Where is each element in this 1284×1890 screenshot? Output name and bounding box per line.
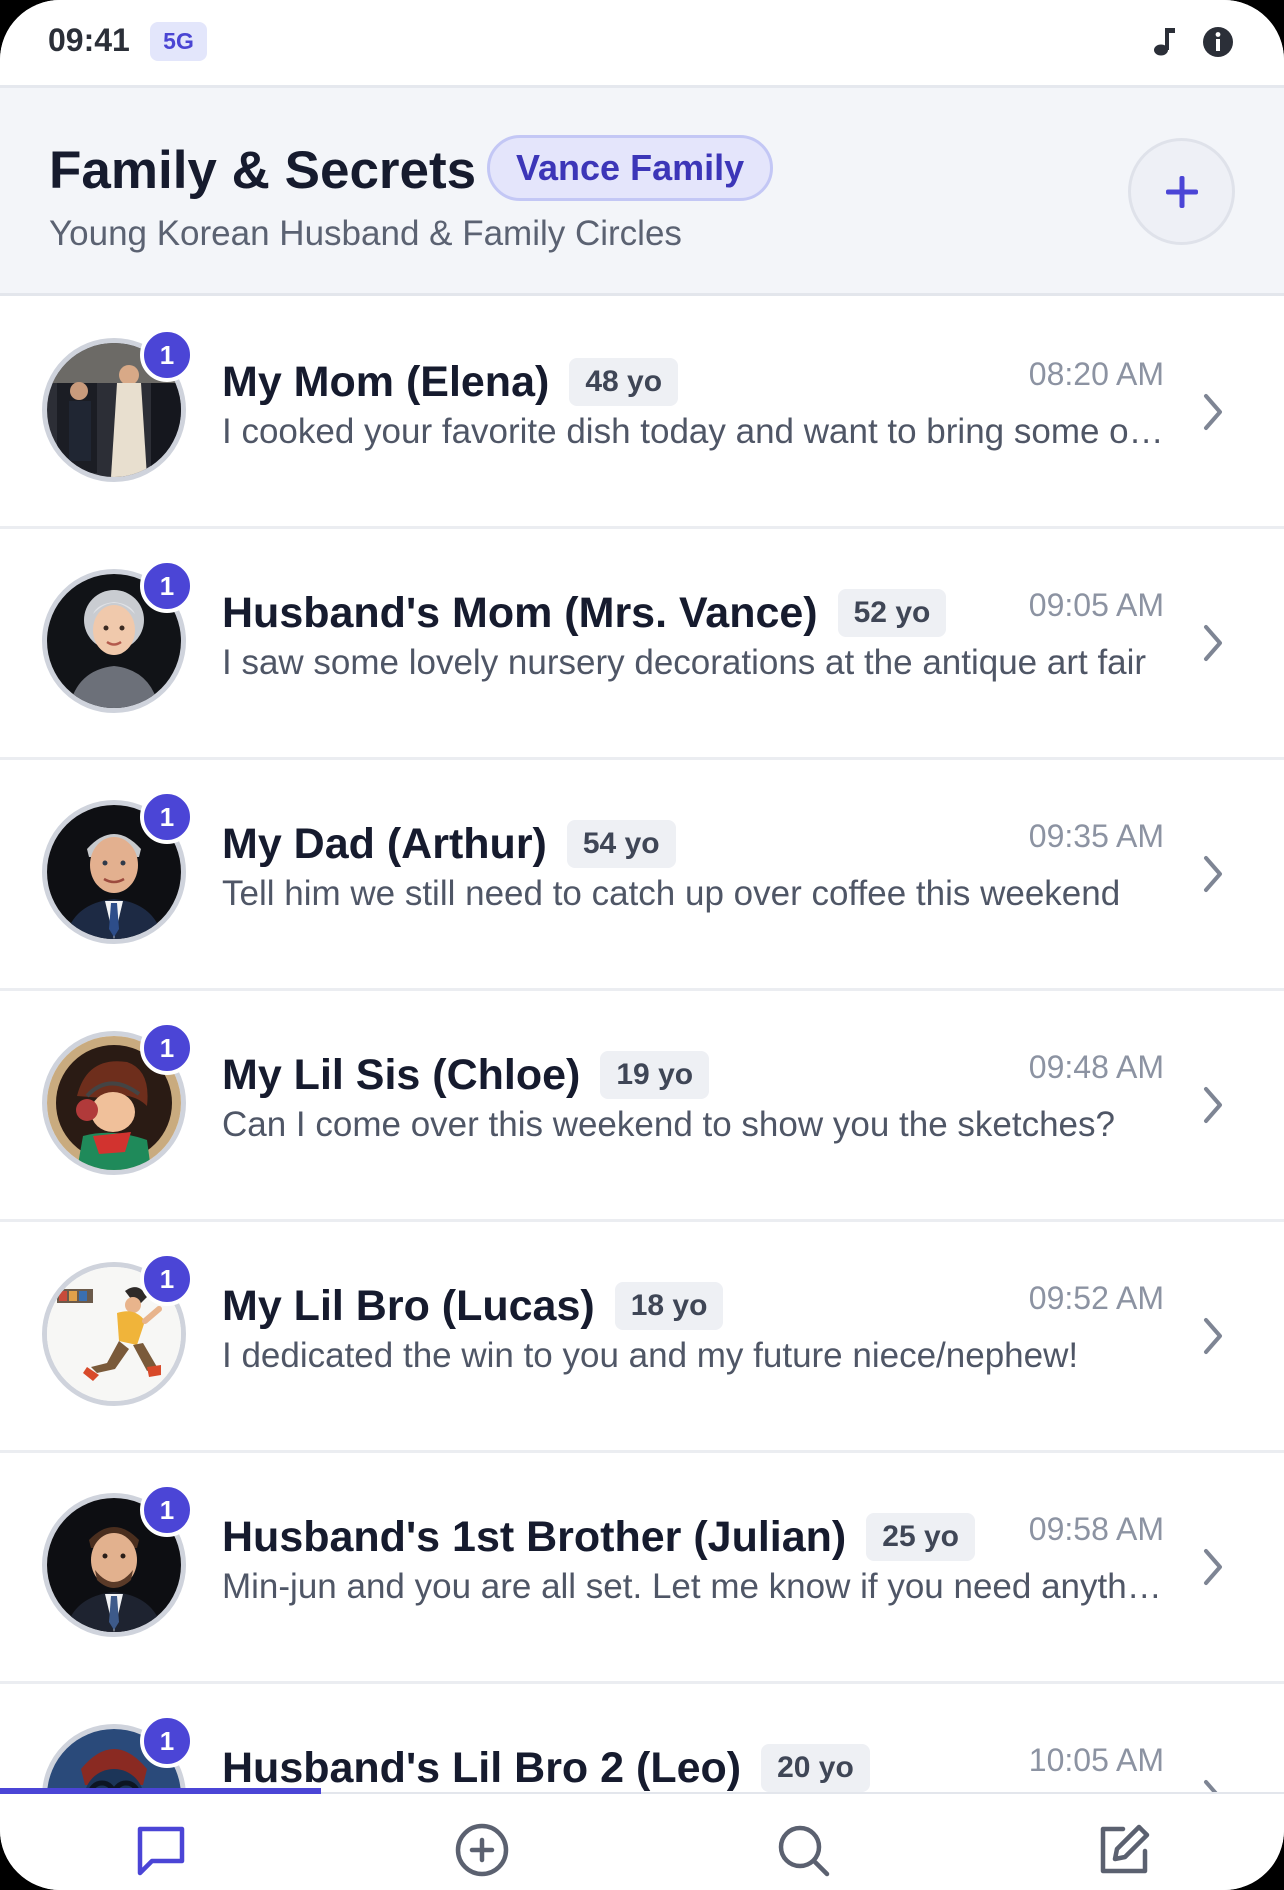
unread-badge: 1 <box>140 1021 194 1075</box>
message-time: 09:48 AM <box>1028 1049 1164 1085</box>
avatar-container: 1 <box>42 790 194 944</box>
contact-header: Husband's Lil Bro 2 (Leo) 20 yo <box>222 1738 870 1792</box>
conversation-row[interactable]: 1 Husband's Lil Bro 2 (Leo) 20 yo 10:05 … <box>0 1684 1284 1792</box>
chevron-right-icon <box>1204 394 1222 430</box>
chat-bubble-icon <box>137 1826 184 1876</box>
family-badge[interactable]: Vance Family <box>487 135 774 201</box>
avatar-container: 1 <box>42 328 194 482</box>
contact-name: Husband's Lil Bro 2 (Leo) <box>222 1743 742 1792</box>
message-preview: Tell him we still need to catch up over … <box>222 874 1121 913</box>
unread-badge: 1 <box>140 1483 194 1537</box>
message-preview: I saw some lovely nursery decorations at… <box>222 643 1147 682</box>
conversation-row[interactable]: 1 My Lil Bro (Lucas) 18 yo 09:52 AM I de… <box>0 1222 1284 1453</box>
chevron-right-icon <box>1204 1780 1218 1792</box>
contact-name: Husband's Mom (Mrs. Vance) <box>222 588 818 637</box>
avatar-container: 1 <box>42 1483 194 1637</box>
message-preview: Can I come over this weekend to show you… <box>222 1105 1115 1144</box>
unread-badge: 1 <box>140 1714 194 1768</box>
network-badge: 5G <box>150 22 207 61</box>
chevron-right-icon <box>1204 1549 1222 1585</box>
chevron-right-icon <box>1204 1087 1222 1123</box>
contact-name: My Dad (Arthur) <box>222 819 547 868</box>
contact-header: My Dad (Arthur) 54 yo <box>222 814 676 874</box>
message-time: 09:58 AM <box>1028 1511 1164 1547</box>
unread-badge: 1 <box>140 790 194 844</box>
contact-header: My Lil Sis (Chloe) 19 yo <box>222 1045 710 1105</box>
avatar-container: 1 <box>42 559 194 713</box>
age-badge: 25 yo <box>866 1513 975 1561</box>
contact-name: Husband's 1st Brother (Julian) <box>222 1512 847 1561</box>
contact-header: Husband's Mom (Mrs. Vance) 52 yo <box>222 583 947 643</box>
contact-name: My Lil Bro (Lucas) <box>222 1281 595 1330</box>
contact-name: My Lil Sis (Chloe) <box>222 1050 581 1099</box>
info-icon <box>1203 27 1233 57</box>
message-preview: I dedicated the win to you and my future… <box>222 1336 1079 1375</box>
tab-chats[interactable] <box>0 1794 321 1890</box>
chevron-right-icon <box>1204 856 1222 892</box>
status-time: 09:41 <box>48 22 130 58</box>
contact-header: My Mom (Elena) 48 yo <box>222 352 679 412</box>
page-header: Family & Secrets Vance Family Young Kore… <box>0 88 1284 296</box>
contact-header: Husband's 1st Brother (Julian) 25 yo <box>222 1507 975 1567</box>
avatar-container: 1 <box>42 1021 194 1175</box>
page-subtitle: Young Korean Husband & Family Circles <box>49 214 682 253</box>
conversation-row[interactable]: 1 My Mom (Elena) 48 yo 08:20 AM I cooked… <box>0 298 1284 529</box>
message-time: 10:05 AM <box>1028 1742 1164 1778</box>
chevron-right-icon <box>1204 625 1222 661</box>
tab-new[interactable] <box>321 1794 642 1890</box>
age-badge: 52 yo <box>837 589 947 637</box>
message-time: 09:52 AM <box>1028 1280 1164 1316</box>
age-badge: 48 yo <box>569 358 679 406</box>
music-note-icon <box>1154 28 1175 56</box>
unread-badge: 1 <box>140 1252 194 1306</box>
age-badge: 54 yo <box>566 820 676 868</box>
age-badge: 19 yo <box>600 1051 710 1099</box>
message-time: 09:05 AM <box>1028 587 1164 623</box>
tab-compose[interactable] <box>963 1794 1284 1890</box>
phone-screen: 09:41 5G Family & Secrets Vance Family Y… <box>0 0 1284 1890</box>
compose-icon <box>1100 1824 1149 1874</box>
conversation-row[interactable]: 1 My Dad (Arthur) 54 yo 09:35 AM Tell hi… <box>0 760 1284 991</box>
status-bar: 09:41 5G <box>0 0 1284 88</box>
message-time: 08:20 AM <box>1028 356 1164 392</box>
avatar-container: 1 <box>42 1252 194 1406</box>
avatar-container: 1 <box>42 1714 194 1792</box>
message-preview: I cooked your favorite dish today and wa… <box>222 412 1166 451</box>
tab-search[interactable] <box>642 1794 963 1890</box>
plus-icon <box>1165 175 1198 208</box>
age-badge: 20 yo <box>761 1744 870 1792</box>
contact-header: My Lil Bro (Lucas) 18 yo <box>222 1276 724 1336</box>
age-badge: 18 yo <box>614 1282 724 1330</box>
plus-circle-icon <box>455 1823 508 1877</box>
unread-badge: 1 <box>140 559 194 613</box>
conversation-list[interactable]: 1 My Mom (Elena) 48 yo 08:20 AM I cooked… <box>0 298 1284 1792</box>
conversation-row[interactable]: 1 My Lil Sis (Chloe) 19 yo 09:48 AM Can … <box>0 991 1284 1222</box>
chevron-right-icon <box>1204 1318 1222 1354</box>
add-button[interactable] <box>1128 138 1235 245</box>
message-time: 09:35 AM <box>1028 818 1164 854</box>
contact-name: My Mom (Elena) <box>222 357 550 406</box>
search-icon <box>778 1825 829 1877</box>
conversation-row[interactable]: 1 Husband's Mom (Mrs. Vance) 52 yo 09:05… <box>0 529 1284 760</box>
bottom-tab-bar <box>0 1788 1284 1890</box>
conversation-row[interactable]: 1 Husband's 1st Brother (Julian) 25 yo 0… <box>0 1453 1284 1684</box>
message-preview: Min-jun and you are all set. Let me know… <box>222 1567 1166 1606</box>
page-title: Family & Secrets <box>49 141 477 200</box>
unread-badge: 1 <box>140 328 194 382</box>
